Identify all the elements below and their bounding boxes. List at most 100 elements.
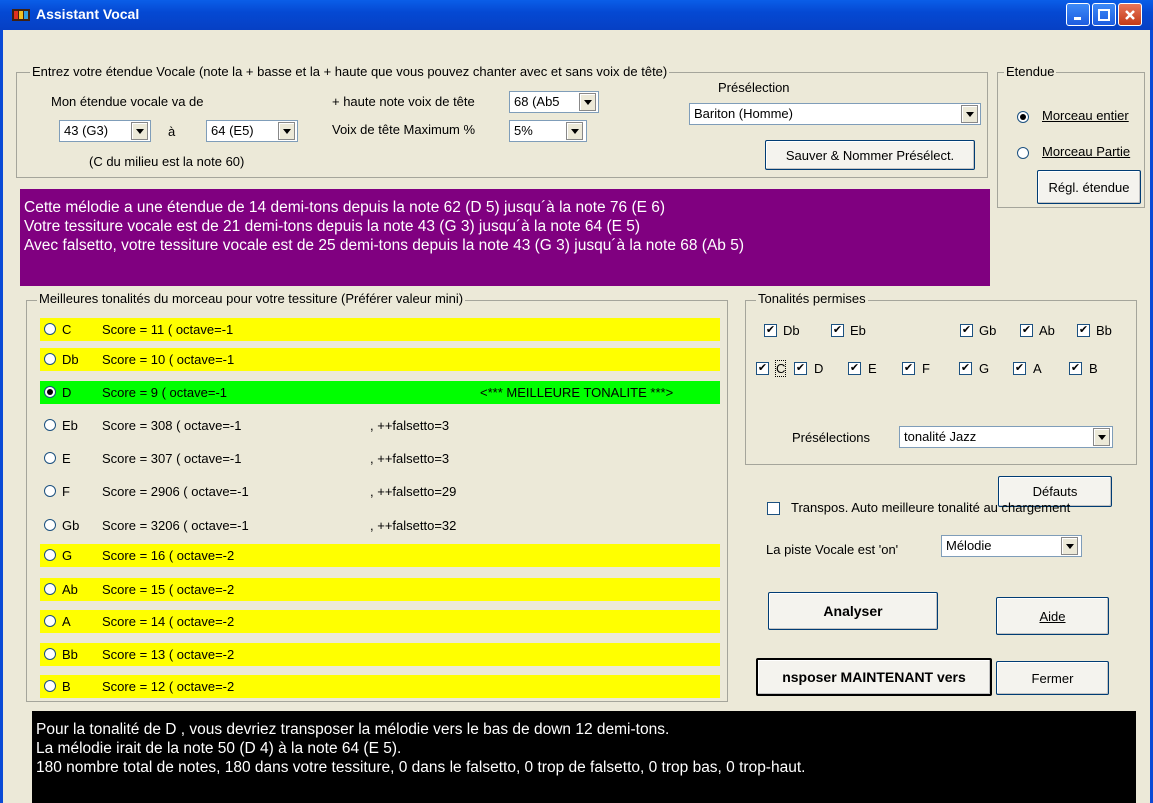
- allowed-key-checkbox-eb[interactable]: ✔: [831, 324, 844, 337]
- chevron-down-icon[interactable]: [1061, 537, 1078, 555]
- help-button[interactable]: Aide: [996, 597, 1109, 635]
- best-keys-legend: Meilleures tonalités du morceau pour vot…: [37, 291, 466, 306]
- chevron-down-icon[interactable]: [278, 122, 295, 140]
- title-bar: Assistant Vocal: [0, 0, 1153, 30]
- result-panel: Pour la tonalité de D , vous devriez tra…: [32, 711, 1136, 803]
- key-score: Score = 308 ( octave=-1: [102, 418, 242, 433]
- allowed-key-label: Bb: [1096, 323, 1112, 338]
- falsetto-note: , ++falsetto=3: [370, 418, 450, 433]
- to-label: à: [168, 124, 176, 139]
- maximize-icon: [1098, 8, 1110, 21]
- whole-song-radio[interactable]: [1017, 111, 1029, 123]
- key-score: Score = 307 ( octave=-1: [102, 451, 242, 466]
- info-line-2: Votre tessiture vocale est de 21 demi-to…: [24, 218, 641, 235]
- key-radio[interactable]: [44, 648, 56, 660]
- key-radio[interactable]: [44, 419, 56, 431]
- allowed-key-label: Gb: [979, 323, 997, 338]
- key-score: Score = 3206 ( octave=-1: [102, 518, 249, 533]
- key-name: Bb: [62, 647, 78, 662]
- key-radio[interactable]: [44, 549, 56, 561]
- info-line-3: Avec falsetto, votre tessiture vocale es…: [24, 237, 745, 254]
- key-row-gb[interactable]: Gb Score = 3206 ( octave=-1 , ++falsetto=3…: [40, 514, 720, 537]
- key-radio[interactable]: [44, 452, 56, 464]
- falsetto-note: , ++falsetto=29: [370, 484, 457, 499]
- allowed-key-checkbox-b[interactable]: ✔: [1069, 362, 1082, 375]
- window-title: Assistant Vocal: [36, 6, 140, 22]
- key-radio[interactable]: [44, 353, 56, 365]
- preset-select[interactable]: Bariton (Homme): [689, 103, 981, 125]
- allowed-key-label: B: [1089, 361, 1098, 376]
- key-name: E: [62, 451, 71, 466]
- key-radio[interactable]: [44, 386, 56, 398]
- result-line-2: La mélodie irait de la note 50 (D 4) à l…: [36, 740, 402, 757]
- allowed-key-checkbox-db[interactable]: ✔: [764, 324, 777, 337]
- key-name: Gb: [62, 518, 80, 533]
- key-row-a[interactable]: A Score = 14 ( octave=-2: [40, 610, 720, 633]
- chevron-down-icon[interactable]: [131, 122, 148, 140]
- key-radio[interactable]: [44, 323, 56, 335]
- minimize-button[interactable]: [1066, 3, 1090, 26]
- key-radio[interactable]: [44, 680, 56, 692]
- key-name: D: [62, 385, 72, 400]
- key-radio[interactable]: [44, 583, 56, 595]
- key-score: Score = 14 ( octave=-2: [102, 614, 235, 629]
- chevron-down-icon[interactable]: [961, 105, 978, 123]
- key-score: Score = 13 ( octave=-2: [102, 647, 235, 662]
- allowed-key-checkbox-d[interactable]: ✔: [794, 362, 807, 375]
- key-score: Score = 15 ( octave=-2: [102, 582, 235, 597]
- analyze-button[interactable]: Analyser: [768, 592, 938, 630]
- key-row-g[interactable]: G Score = 16 ( octave=-2: [40, 544, 720, 567]
- allowed-key-checkbox-c[interactable]: ✔: [756, 362, 769, 375]
- key-name: B: [62, 679, 71, 694]
- key-name: A: [62, 614, 71, 629]
- partial-song-label[interactable]: Morceau Partie: [1042, 144, 1130, 159]
- key-row-eb[interactable]: Eb Score = 308 ( octave=-1 , ++falsetto=3: [40, 414, 720, 437]
- key-row-d[interactable]: D Score = 9 ( octave=-1 <*** MEILLEURE TON…: [40, 381, 720, 404]
- allowed-key-label: Eb: [850, 323, 866, 338]
- key-radio[interactable]: [44, 519, 56, 531]
- key-radio[interactable]: [44, 615, 56, 627]
- head-max-label: Voix de tête Maximum %: [332, 122, 476, 137]
- chevron-down-icon[interactable]: [1093, 428, 1110, 446]
- range-settings-button[interactable]: Régl. étendue: [1037, 170, 1141, 204]
- app-icon: [12, 7, 30, 23]
- key-row-bb[interactable]: Bb Score = 13 ( octave=-2: [40, 643, 720, 666]
- auto-transpose-checkbox[interactable]: [767, 502, 780, 515]
- chevron-down-icon[interactable]: [579, 93, 596, 111]
- maximize-button[interactable]: [1092, 3, 1116, 26]
- key-row-e[interactable]: E Score = 307 ( octave=-1 , ++falsetto=3: [40, 447, 720, 470]
- allowed-key-checkbox-a[interactable]: ✔: [1013, 362, 1026, 375]
- transpose-now-button[interactable]: nsposer MAINTENANT vers: [756, 658, 992, 696]
- close-button[interactable]: Fermer: [996, 661, 1109, 695]
- allowed-key-checkbox-g[interactable]: ✔: [959, 362, 972, 375]
- whole-song-label[interactable]: Morceau entier: [1042, 108, 1129, 123]
- vocal-track-label: La piste Vocale est 'on': [766, 542, 899, 557]
- key-row-f[interactable]: F Score = 2906 ( octave=-1 , ++falsetto=29: [40, 480, 720, 503]
- key-presets-select[interactable]: tonalité Jazz: [899, 426, 1113, 448]
- allowed-key-checkbox-bb[interactable]: ✔: [1077, 324, 1090, 337]
- save-preset-button[interactable]: Sauver & Nommer Présélect.: [765, 140, 975, 170]
- chevron-down-icon[interactable]: [566, 122, 583, 140]
- allowed-key-label: D: [814, 361, 824, 376]
- allowed-key-checkbox-ab[interactable]: ✔: [1020, 324, 1033, 337]
- info-line-1: Cette mélodie a une étendue de 14 demi-t…: [24, 199, 666, 216]
- allowed-key-label: Ab: [1039, 323, 1055, 338]
- key-score: Score = 12 ( octave=-2: [102, 679, 235, 694]
- result-line-1: Pour la tonalité de D , vous devriez tra…: [36, 721, 670, 738]
- key-name: G: [62, 548, 73, 563]
- key-score: Score = 2906 ( octave=-1: [102, 484, 249, 499]
- vocal-range-legend: Entrez votre étendue Vocale (note la + b…: [30, 64, 670, 79]
- close-window-button[interactable]: [1118, 3, 1142, 26]
- partial-song-radio[interactable]: [1017, 147, 1029, 159]
- key-row-db[interactable]: Db Score = 10 ( octave=-1: [40, 348, 720, 371]
- key-presets-label: Présélections: [792, 430, 871, 445]
- allowed-key-checkbox-e[interactable]: ✔: [848, 362, 861, 375]
- key-row-ab[interactable]: Ab Score = 15 ( octave=-2: [40, 578, 720, 601]
- result-line-3: 180 nombre total de notes, 180 dans votr…: [36, 759, 806, 776]
- allowed-keys-legend: Tonalités permises: [756, 291, 868, 306]
- key-row-b[interactable]: B Score = 12 ( octave=-2: [40, 675, 720, 698]
- allowed-key-checkbox-f[interactable]: ✔: [902, 362, 915, 375]
- key-row-c[interactable]: C Score = 11 ( octave=-1: [40, 318, 720, 341]
- allowed-key-checkbox-gb[interactable]: ✔: [960, 324, 973, 337]
- key-radio[interactable]: [44, 485, 56, 497]
